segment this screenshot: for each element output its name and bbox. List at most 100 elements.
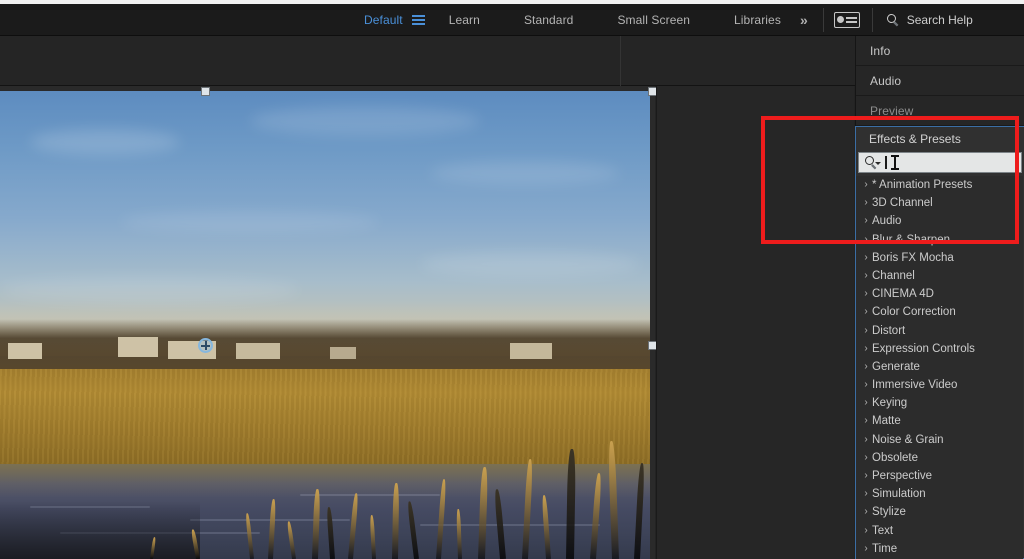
timeline-panel-area[interactable] [656, 86, 854, 559]
chevron-right-icon[interactable]: › [860, 322, 872, 340]
workspace-bar-spacer [0, 4, 355, 35]
chevron-right-icon[interactable]: › [860, 394, 872, 412]
workspace-layout-icon[interactable] [833, 11, 860, 28]
chevron-right-icon[interactable]: › [860, 194, 872, 212]
selection-handle-top[interactable] [201, 87, 210, 96]
building [510, 343, 552, 359]
chevron-right-icon[interactable]: › [860, 231, 872, 249]
list-item-label: Generate [872, 360, 920, 373]
list-item[interactable]: › Channel [856, 267, 1023, 285]
chevron-right-icon[interactable]: › [860, 412, 872, 430]
list-item-label: Time [872, 542, 898, 555]
composition-photo [0, 91, 650, 559]
composition-viewer[interactable] [0, 86, 657, 559]
list-item-label: * Animation Presets [872, 179, 973, 191]
list-item[interactable]: › Expression Controls [856, 340, 1023, 358]
cloud [120, 211, 380, 233]
list-item-label: Text [872, 524, 894, 537]
list-item[interactable]: › Distort [856, 322, 1023, 340]
list-item-label: Obsolete [872, 451, 919, 464]
toolbar-divider-2 [871, 7, 873, 32]
list-item[interactable]: › Color Correction [856, 303, 1023, 321]
photo-treeline [0, 319, 650, 374]
list-item-label: Boris FX Mocha [872, 251, 954, 264]
list-item[interactable]: › Noise & Grain [856, 431, 1023, 449]
hamburger-icon[interactable] [411, 4, 426, 36]
chevron-right-icon[interactable]: › [860, 267, 872, 285]
chevron-right-icon[interactable]: › [860, 503, 872, 521]
list-item[interactable]: › Boris FX Mocha [856, 249, 1023, 267]
photo-shore-shadow [0, 501, 200, 559]
chevron-right-icon[interactable]: › [860, 431, 872, 449]
building [236, 343, 280, 359]
list-item-label: Simulation [872, 488, 926, 501]
effects-search-input[interactable] [858, 152, 1022, 173]
list-item[interactable]: › Text [856, 522, 1023, 540]
chevron-right-icon[interactable]: › [860, 467, 872, 485]
list-item-label: Keying [872, 397, 908, 410]
list-item-label: Blur & Sharpen [872, 233, 950, 246]
text-caret [885, 156, 887, 169]
list-item[interactable]: › Immersive Video [856, 376, 1023, 394]
list-item-label: Immersive Video [872, 379, 958, 392]
workspace-bar: Default Learn Standard Small Screen Libr… [0, 4, 1024, 36]
cloud [30, 129, 180, 155]
list-item-label: Noise & Grain [872, 433, 944, 446]
cloud [250, 106, 480, 136]
chevron-right-icon[interactable]: › [860, 376, 872, 394]
workspace-tab-default[interactable]: Default [355, 4, 412, 36]
dock-tab-info[interactable]: Info [856, 36, 1024, 66]
chevron-right-icon[interactable]: › [860, 449, 872, 467]
list-item[interactable]: › Obsolete [856, 449, 1023, 467]
chevron-right-icon[interactable]: › [860, 212, 872, 230]
overflow-chevron-icon[interactable]: » [790, 4, 817, 36]
list-item[interactable]: › Stylize [856, 503, 1023, 521]
chevron-right-icon[interactable]: › [860, 249, 872, 267]
list-item-label: 3D Channel [872, 197, 933, 210]
layer-anchor-point[interactable] [198, 338, 213, 353]
panel-band-divider [620, 36, 621, 86]
list-item[interactable]: › Time [856, 540, 1023, 558]
list-item[interactable]: › Keying [856, 394, 1023, 412]
list-item-label: Expression Controls [872, 342, 975, 355]
cloud [430, 161, 620, 185]
list-item[interactable]: › Generate [856, 358, 1023, 376]
list-item[interactable]: › Blur & Sharpen [856, 231, 1023, 249]
chevron-right-icon[interactable]: › [860, 540, 872, 558]
search-icon [886, 13, 899, 27]
chevron-right-icon[interactable]: › [860, 522, 872, 540]
list-item-label: Stylize [872, 506, 906, 519]
search-help-label: Search Help [906, 12, 973, 27]
workspace-tab-small-screen[interactable]: Small Screen [608, 4, 699, 36]
chevron-right-icon[interactable]: › [860, 285, 872, 303]
list-item[interactable]: › Audio [856, 212, 1023, 230]
cloud [0, 276, 300, 304]
list-item[interactable]: › Perspective [856, 467, 1023, 485]
after-effects-window: Default Learn Standard Small Screen Libr… [0, 0, 1024, 559]
workspace-tab-libraries[interactable]: Libraries [725, 4, 790, 36]
effects-category-list[interactable]: › * Animation Presets › 3D Channel › Aud… [856, 176, 1023, 559]
list-item-label: Channel [872, 269, 915, 282]
building [330, 347, 356, 359]
photo-field [0, 369, 650, 464]
cloud [420, 251, 640, 277]
chevron-right-icon[interactable]: › [860, 340, 872, 358]
search-help-field[interactable]: Search Help [886, 12, 973, 27]
dock-tab-preview[interactable]: Preview [856, 96, 1024, 126]
list-item[interactable]: › Matte [856, 412, 1023, 430]
workspace-tab-learn[interactable]: Learn [440, 4, 489, 36]
chevron-right-icon[interactable]: › [860, 358, 872, 376]
list-item[interactable]: › 3D Channel [856, 194, 1023, 212]
chevron-right-icon[interactable]: › [860, 176, 872, 194]
search-dropdown-icon[interactable] [865, 156, 881, 169]
list-item-label: Perspective [872, 470, 933, 482]
workspace-tab-standard[interactable]: Standard [515, 4, 583, 36]
list-item[interactable]: › * Animation Presets [856, 176, 1023, 194]
chevron-right-icon[interactable]: › [860, 303, 872, 321]
chevron-right-icon[interactable]: › [860, 485, 872, 503]
effects-panel-title[interactable]: Effects & Presets [856, 127, 1024, 152]
dock-tab-audio[interactable]: Audio [856, 66, 1024, 96]
list-item[interactable]: › Simulation [856, 485, 1023, 503]
list-item[interactable]: › CINEMA 4D [856, 285, 1023, 303]
building [8, 343, 42, 359]
